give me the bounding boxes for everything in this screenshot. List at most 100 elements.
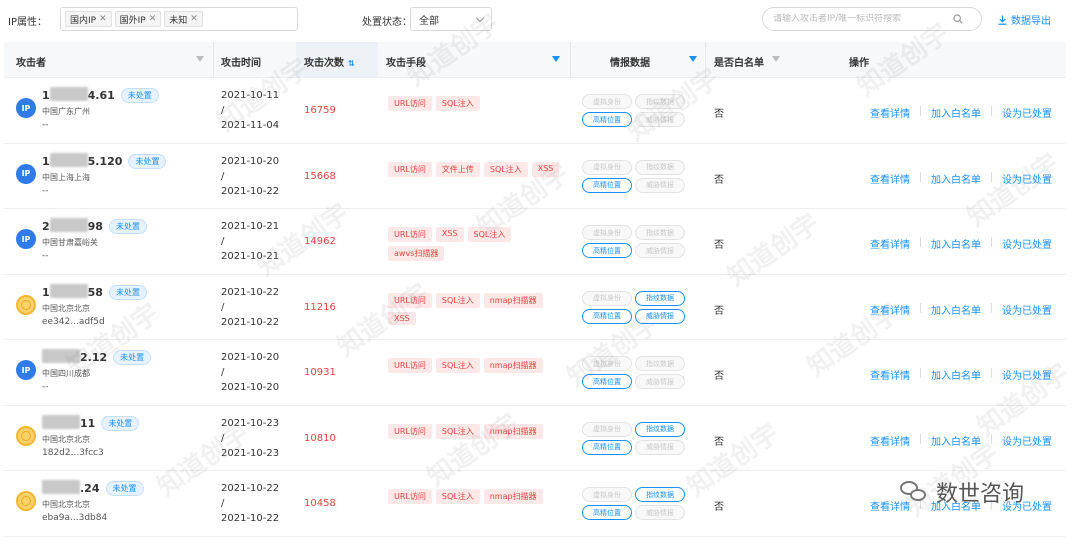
intel-button: 指纹数据 bbox=[635, 159, 685, 175]
search-icon[interactable] bbox=[953, 14, 963, 24]
intel-button: 指纹数据 bbox=[635, 356, 685, 371]
status-badge: 未处置 bbox=[108, 219, 147, 234]
divider bbox=[920, 433, 921, 444]
intel-button[interactable]: 高精位置 bbox=[582, 177, 632, 193]
intel-button: 虚拟身份 bbox=[582, 356, 632, 371]
add-whitelist-link[interactable]: 加入白名单 bbox=[931, 236, 981, 251]
mark-handled-link[interactable]: 设为已处置 bbox=[1002, 433, 1052, 448]
mark-handled-link[interactable]: 设为已处置 bbox=[1002, 105, 1052, 120]
filter-icon[interactable] bbox=[689, 54, 697, 65]
attacker-ip[interactable]: .24 未处置 bbox=[42, 480, 144, 496]
view-details-link[interactable]: 查看详情 bbox=[870, 367, 910, 382]
col-count[interactable]: 攻击次数 ⇅ bbox=[304, 54, 355, 69]
row-actions: 查看详情 加入白名单 设为已处置 bbox=[870, 367, 1052, 382]
intel-button[interactable]: 高精位置 bbox=[582, 439, 632, 455]
table-row: IP 2 98 未处置 中国甘肃嘉峪关 -- 2021-10-21/2021-10-… bbox=[4, 209, 1066, 275]
ip-suffix: 4.61 bbox=[87, 89, 115, 102]
view-details-link[interactable]: 查看详情 bbox=[870, 302, 910, 317]
chevron-down-icon bbox=[475, 13, 485, 22]
intel-data: 虚拟身份 指纹数据 高精位置 威胁情报 bbox=[582, 225, 692, 258]
sort-icon[interactable]: ⇅ bbox=[348, 59, 355, 68]
fingerprint-avatar-icon bbox=[16, 491, 36, 511]
divider bbox=[920, 171, 921, 182]
attacker-ip[interactable]: 1 4.61 未处置 bbox=[42, 87, 159, 103]
status-badge: 未处置 bbox=[101, 415, 140, 431]
time-start: 2021-10-21 bbox=[221, 221, 280, 232]
tag-label: 未知 bbox=[169, 15, 188, 26]
view-details-link[interactable]: 查看详情 bbox=[870, 105, 910, 120]
status-badge: 未处置 bbox=[113, 350, 152, 365]
attacker-table: 攻击者 攻击时间 攻击次数 ⇅ 攻击手段 情报数据 是否白名单 操作 IP 1 4.… bbox=[4, 42, 1066, 537]
attacker-ip[interactable]: 1 58 未处置 bbox=[42, 283, 147, 300]
add-whitelist-link[interactable]: 加入白名单 bbox=[931, 105, 981, 120]
intel-button[interactable]: 高精位置 bbox=[582, 308, 632, 324]
close-icon[interactable]: ✕ bbox=[190, 14, 198, 24]
add-whitelist-link[interactable]: 加入白名单 bbox=[931, 302, 981, 317]
time-start: 2021-10-23 bbox=[221, 417, 280, 429]
avatar-label: IP bbox=[21, 234, 31, 244]
intel-button[interactable]: 指纹数据 bbox=[635, 421, 685, 437]
attacker-location: 中国甘肃嘉峪关 bbox=[42, 238, 98, 247]
attacker-location: 中国北京北京 bbox=[42, 500, 90, 509]
view-details-link[interactable]: 查看详情 bbox=[870, 171, 910, 186]
table-row: IP 1 5.120 未处置 中国上海上海 -- 2021-10-20/2021-1… bbox=[4, 144, 1066, 209]
attacker-ip[interactable]: 11 未处置 bbox=[42, 414, 140, 431]
attack-methods: URL访问 SQL注入 nmap扫描器 XSS bbox=[388, 292, 560, 325]
intel-button[interactable]: 高精位置 bbox=[582, 505, 632, 520]
mark-handled-link[interactable]: 设为已处置 bbox=[1002, 302, 1052, 317]
attacker-ip[interactable]: 2 98 未处置 bbox=[42, 218, 147, 234]
column-divider bbox=[570, 42, 571, 78]
fingerprint-avatar-icon bbox=[16, 294, 36, 315]
intel-data: 虚拟身份 指纹数据 高精位置 威胁情报 bbox=[582, 290, 692, 324]
status-select[interactable]: 全部 bbox=[410, 7, 492, 31]
col-whitelist: 是否白名单 bbox=[714, 58, 764, 69]
time-separator: / bbox=[221, 301, 225, 313]
attack-count: 15668 bbox=[304, 170, 336, 182]
attack-time: 2021-10-23 / 2021-10-23 bbox=[221, 416, 279, 461]
col-intel: 情报数据 bbox=[610, 58, 650, 69]
view-details-link[interactable]: 查看详情 bbox=[870, 433, 910, 448]
search-input[interactable] bbox=[773, 14, 953, 24]
attack-method-tag: nmap扫描器 bbox=[483, 423, 543, 439]
mark-handled-link[interactable]: 设为已处置 bbox=[1002, 367, 1052, 382]
intel-button: 虚拟身份 bbox=[582, 159, 632, 175]
ip-tag-domestic: 国内IP ✕ bbox=[65, 11, 112, 27]
add-whitelist-link[interactable]: 加入白名单 bbox=[931, 367, 981, 382]
intel-button[interactable]: 高精位置 bbox=[582, 374, 632, 389]
close-icon[interactable]: ✕ bbox=[149, 14, 157, 24]
filter-icon[interactable] bbox=[772, 54, 780, 65]
intel-button: 威胁情报 bbox=[635, 505, 685, 520]
add-whitelist-link[interactable]: 加入白名单 bbox=[931, 171, 981, 186]
close-icon[interactable]: ✕ bbox=[99, 14, 107, 24]
attacker-ip[interactable]: 1 5.120 未处置 bbox=[42, 152, 167, 169]
time-end: 2021-10-22 bbox=[221, 316, 280, 328]
add-whitelist-link[interactable]: 加入白名单 bbox=[931, 433, 981, 448]
attack-methods: URL访问 文件上传 SQL注入 XSS bbox=[388, 161, 560, 177]
intel-button[interactable]: 高精位置 bbox=[582, 243, 632, 258]
attacker-fingerprint: eba9a...3db84 bbox=[42, 513, 108, 523]
table-header: 攻击者 攻击时间 攻击次数 ⇅ 攻击手段 情报数据 是否白名单 操作 bbox=[4, 42, 1066, 78]
view-details-link[interactable]: 查看详情 bbox=[870, 236, 910, 251]
attack-time: 2021-10-20 / 2021-10-20 bbox=[221, 350, 279, 395]
ip-attr-select[interactable]: 国内IP ✕ 国外IP ✕ 未知 ✕ bbox=[60, 7, 298, 31]
divider bbox=[920, 237, 921, 247]
intel-button[interactable]: 指纹数据 bbox=[635, 290, 685, 306]
time-end: 2021-10-22 bbox=[221, 185, 280, 197]
table-row: IP 1 4.61 未处置 中国广东广州 -- 2021-10-11 / 2021-11… bbox=[4, 78, 1066, 144]
intel-button[interactable]: 威胁情报 bbox=[635, 308, 685, 324]
export-button[interactable]: 数据导出 bbox=[998, 12, 1051, 27]
intel-button[interactable]: 高精位置 bbox=[582, 112, 632, 127]
col-count-label: 攻击次数 bbox=[304, 58, 344, 69]
mark-handled-link[interactable]: 设为已处置 bbox=[1002, 236, 1052, 251]
intel-button: 虚拟身份 bbox=[582, 290, 632, 306]
attacker-ip[interactable]: 2.12 未处置 bbox=[42, 349, 152, 365]
whitelist-status: 否 bbox=[714, 502, 724, 513]
attacker-fingerprint: -- bbox=[42, 185, 49, 196]
mark-handled-link[interactable]: 设为已处置 bbox=[1002, 171, 1052, 186]
filter-icon[interactable] bbox=[552, 54, 560, 65]
intel-button[interactable]: 指纹数据 bbox=[635, 487, 685, 502]
filter-icon[interactable] bbox=[196, 54, 204, 65]
ip-avatar-icon: IP bbox=[16, 360, 36, 380]
redaction-mask bbox=[49, 152, 88, 167]
attacker-fingerprint: -- bbox=[42, 120, 49, 130]
